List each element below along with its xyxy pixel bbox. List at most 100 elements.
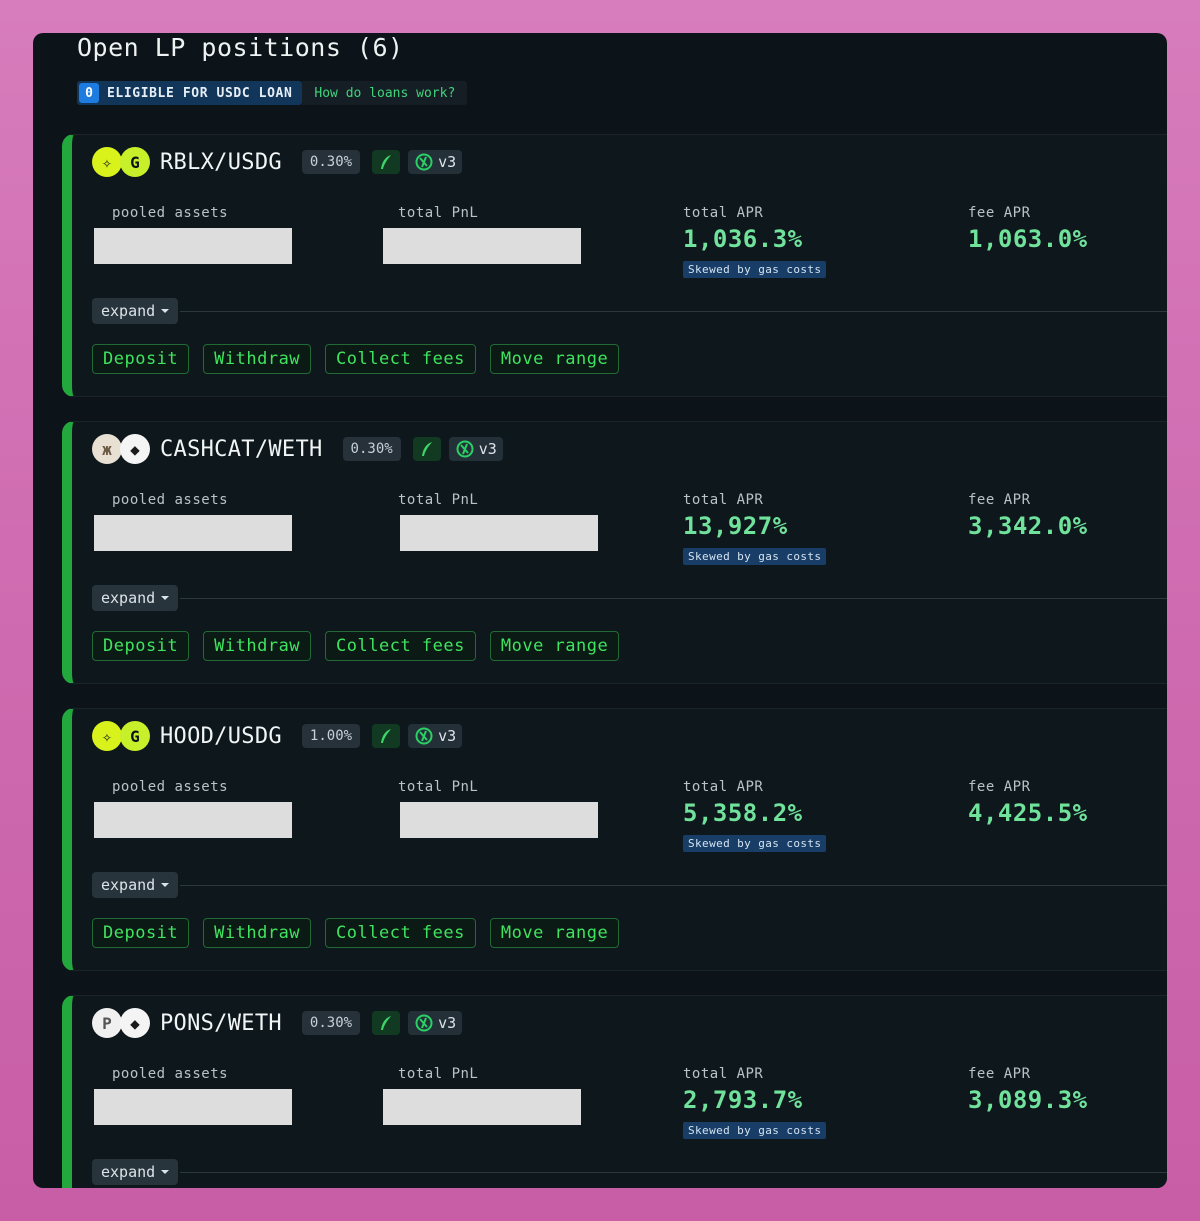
quill-icon bbox=[421, 442, 432, 456]
position-card: P ◆ PONS/WETH 0.30% v3 pooled assets tot… bbox=[62, 995, 1167, 1188]
total-pnl-value-redacted bbox=[400, 802, 598, 838]
g-coin-icon: G bbox=[120, 147, 150, 177]
loan-eligibility-badge: 0 ELIGIBLE FOR USDC LOAN bbox=[77, 81, 303, 105]
fee-apr-value: 3,342.0% bbox=[968, 512, 1088, 540]
total-pnl-label: total PnL bbox=[398, 492, 479, 508]
lp-positions-panel: Open LP positions (6) 0 ELIGIBLE FOR USD… bbox=[33, 33, 1167, 1188]
token-pair-icons: P ◆ bbox=[92, 1008, 150, 1038]
divider bbox=[180, 1171, 1167, 1173]
position-card: ж ◆ CASHCAT/WETH 0.30% v3 pooled assets … bbox=[62, 421, 1167, 684]
move-range-button[interactable]: Move range bbox=[489, 631, 620, 661]
skewed-gas-badge: Skewed by gas costs bbox=[683, 1122, 827, 1139]
fee-apr-value: 4,425.5% bbox=[968, 799, 1088, 827]
uniswap-v3-chip[interactable]: v3 bbox=[448, 437, 503, 461]
total-apr-label: total APR bbox=[683, 779, 764, 795]
caret-down-icon bbox=[161, 1170, 170, 1174]
uniswap-icon bbox=[415, 1014, 433, 1032]
collect-fees-button[interactable]: Collect fees bbox=[325, 918, 476, 948]
caret-down-icon bbox=[161, 309, 170, 313]
divider bbox=[180, 884, 1167, 886]
fee-tier-badge: 0.30% bbox=[301, 1011, 361, 1035]
divider bbox=[180, 597, 1167, 599]
expand-button[interactable]: expand bbox=[92, 585, 179, 611]
total-apr-label: total APR bbox=[683, 1066, 764, 1082]
quill-icon bbox=[381, 155, 392, 169]
position-card: ✧ G RBLX/USDG 0.30% v3 pooled assets tot… bbox=[62, 134, 1167, 397]
total-apr-value: 5,358.2% bbox=[683, 799, 803, 827]
total-pnl-label: total PnL bbox=[398, 1066, 479, 1082]
fee-apr-label: fee APR bbox=[968, 1066, 1031, 1082]
position-header: ✧ G HOOD/USDG 1.00% v3 bbox=[92, 721, 463, 751]
collect-fees-button[interactable]: Collect fees bbox=[325, 344, 476, 374]
total-pnl-label: total PnL bbox=[398, 779, 479, 795]
deposit-button[interactable]: Deposit bbox=[92, 918, 190, 948]
expand-row: expand bbox=[92, 585, 1167, 611]
expand-button[interactable]: expand bbox=[92, 1159, 179, 1185]
pooled-assets-value-redacted bbox=[94, 515, 292, 551]
collect-fees-button[interactable]: Collect fees bbox=[325, 631, 476, 661]
uniswap-icon bbox=[456, 440, 474, 458]
position-header: P ◆ PONS/WETH 0.30% v3 bbox=[92, 1008, 463, 1038]
uniswap-v3-chip[interactable]: v3 bbox=[408, 724, 463, 748]
token-pair-icons: ✧ G bbox=[92, 721, 150, 751]
quill-chip[interactable] bbox=[412, 437, 441, 461]
fee-tier-badge: 0.30% bbox=[342, 437, 401, 461]
total-pnl-label: total PnL bbox=[398, 205, 479, 221]
expand-label: expand bbox=[101, 876, 156, 894]
fee-tier-badge: 0.30% bbox=[301, 150, 361, 174]
pooled-assets-label: pooled assets bbox=[112, 1066, 229, 1082]
leaf-icon: ✧ bbox=[92, 147, 122, 177]
fee-apr-label: fee APR bbox=[968, 492, 1031, 508]
position-actions: Deposit Withdraw Collect fees Move range bbox=[92, 918, 620, 948]
total-apr-value: 13,927% bbox=[683, 512, 788, 540]
quill-chip[interactable] bbox=[372, 150, 401, 174]
withdraw-button[interactable]: Withdraw bbox=[203, 631, 312, 661]
loan-label: ELIGIBLE FOR USDC LOAN bbox=[107, 85, 293, 101]
divider bbox=[180, 310, 1167, 312]
loans-help-link[interactable]: How do loans work? bbox=[302, 81, 468, 105]
fee-apr-value: 1,063.0% bbox=[968, 225, 1088, 253]
uniswap-icon bbox=[415, 727, 433, 745]
withdraw-button[interactable]: Withdraw bbox=[203, 918, 312, 948]
position-header: ✧ G RBLX/USDG 0.30% v3 bbox=[92, 147, 463, 177]
move-range-button[interactable]: Move range bbox=[489, 918, 620, 948]
total-apr-label: total APR bbox=[683, 205, 764, 221]
pooled-assets-label: pooled assets bbox=[112, 779, 229, 795]
move-range-button[interactable]: Move range bbox=[489, 344, 620, 374]
withdraw-button[interactable]: Withdraw bbox=[203, 344, 312, 374]
protocol-version: v3 bbox=[438, 727, 457, 745]
protocol-version: v3 bbox=[478, 440, 497, 458]
expand-label: expand bbox=[101, 1163, 156, 1181]
expand-row: expand bbox=[92, 872, 1167, 898]
pooled-assets-value-redacted bbox=[94, 802, 292, 838]
protocol-version: v3 bbox=[438, 153, 457, 171]
skewed-gas-badge: Skewed by gas costs bbox=[683, 261, 827, 278]
pooled-assets-label: pooled assets bbox=[112, 492, 229, 508]
quill-chip[interactable] bbox=[372, 1011, 401, 1035]
expand-button[interactable]: expand bbox=[92, 872, 179, 898]
expand-button[interactable]: expand bbox=[92, 298, 179, 324]
quill-chip[interactable] bbox=[372, 724, 401, 748]
fee-apr-label: fee APR bbox=[968, 205, 1031, 221]
deposit-button[interactable]: Deposit bbox=[92, 344, 190, 374]
skewed-gas-badge: Skewed by gas costs bbox=[683, 548, 827, 565]
expand-label: expand bbox=[101, 302, 156, 320]
uniswap-v3-chip[interactable]: v3 bbox=[408, 1011, 463, 1035]
pooled-assets-value-redacted bbox=[94, 1089, 292, 1125]
deposit-button[interactable]: Deposit bbox=[92, 631, 190, 661]
pooled-assets-label: pooled assets bbox=[112, 205, 229, 221]
fee-tier-badge: 1.00% bbox=[301, 724, 361, 748]
total-pnl-value-redacted bbox=[383, 228, 581, 264]
pair-name: CASHCAT/WETH bbox=[160, 436, 323, 462]
position-actions: Deposit Withdraw Collect fees Move range bbox=[92, 631, 620, 661]
cat-icon: ж bbox=[92, 434, 122, 464]
expand-row: expand bbox=[92, 1159, 1167, 1185]
p-token-icon: P bbox=[92, 1008, 122, 1038]
uniswap-v3-chip[interactable]: v3 bbox=[408, 150, 463, 174]
quill-icon bbox=[381, 729, 392, 743]
caret-down-icon bbox=[161, 596, 170, 600]
eth-icon: ◆ bbox=[120, 434, 150, 464]
token-pair-icons: ж ◆ bbox=[92, 434, 150, 464]
expand-row: expand bbox=[92, 298, 1167, 324]
fee-apr-label: fee APR bbox=[968, 779, 1031, 795]
